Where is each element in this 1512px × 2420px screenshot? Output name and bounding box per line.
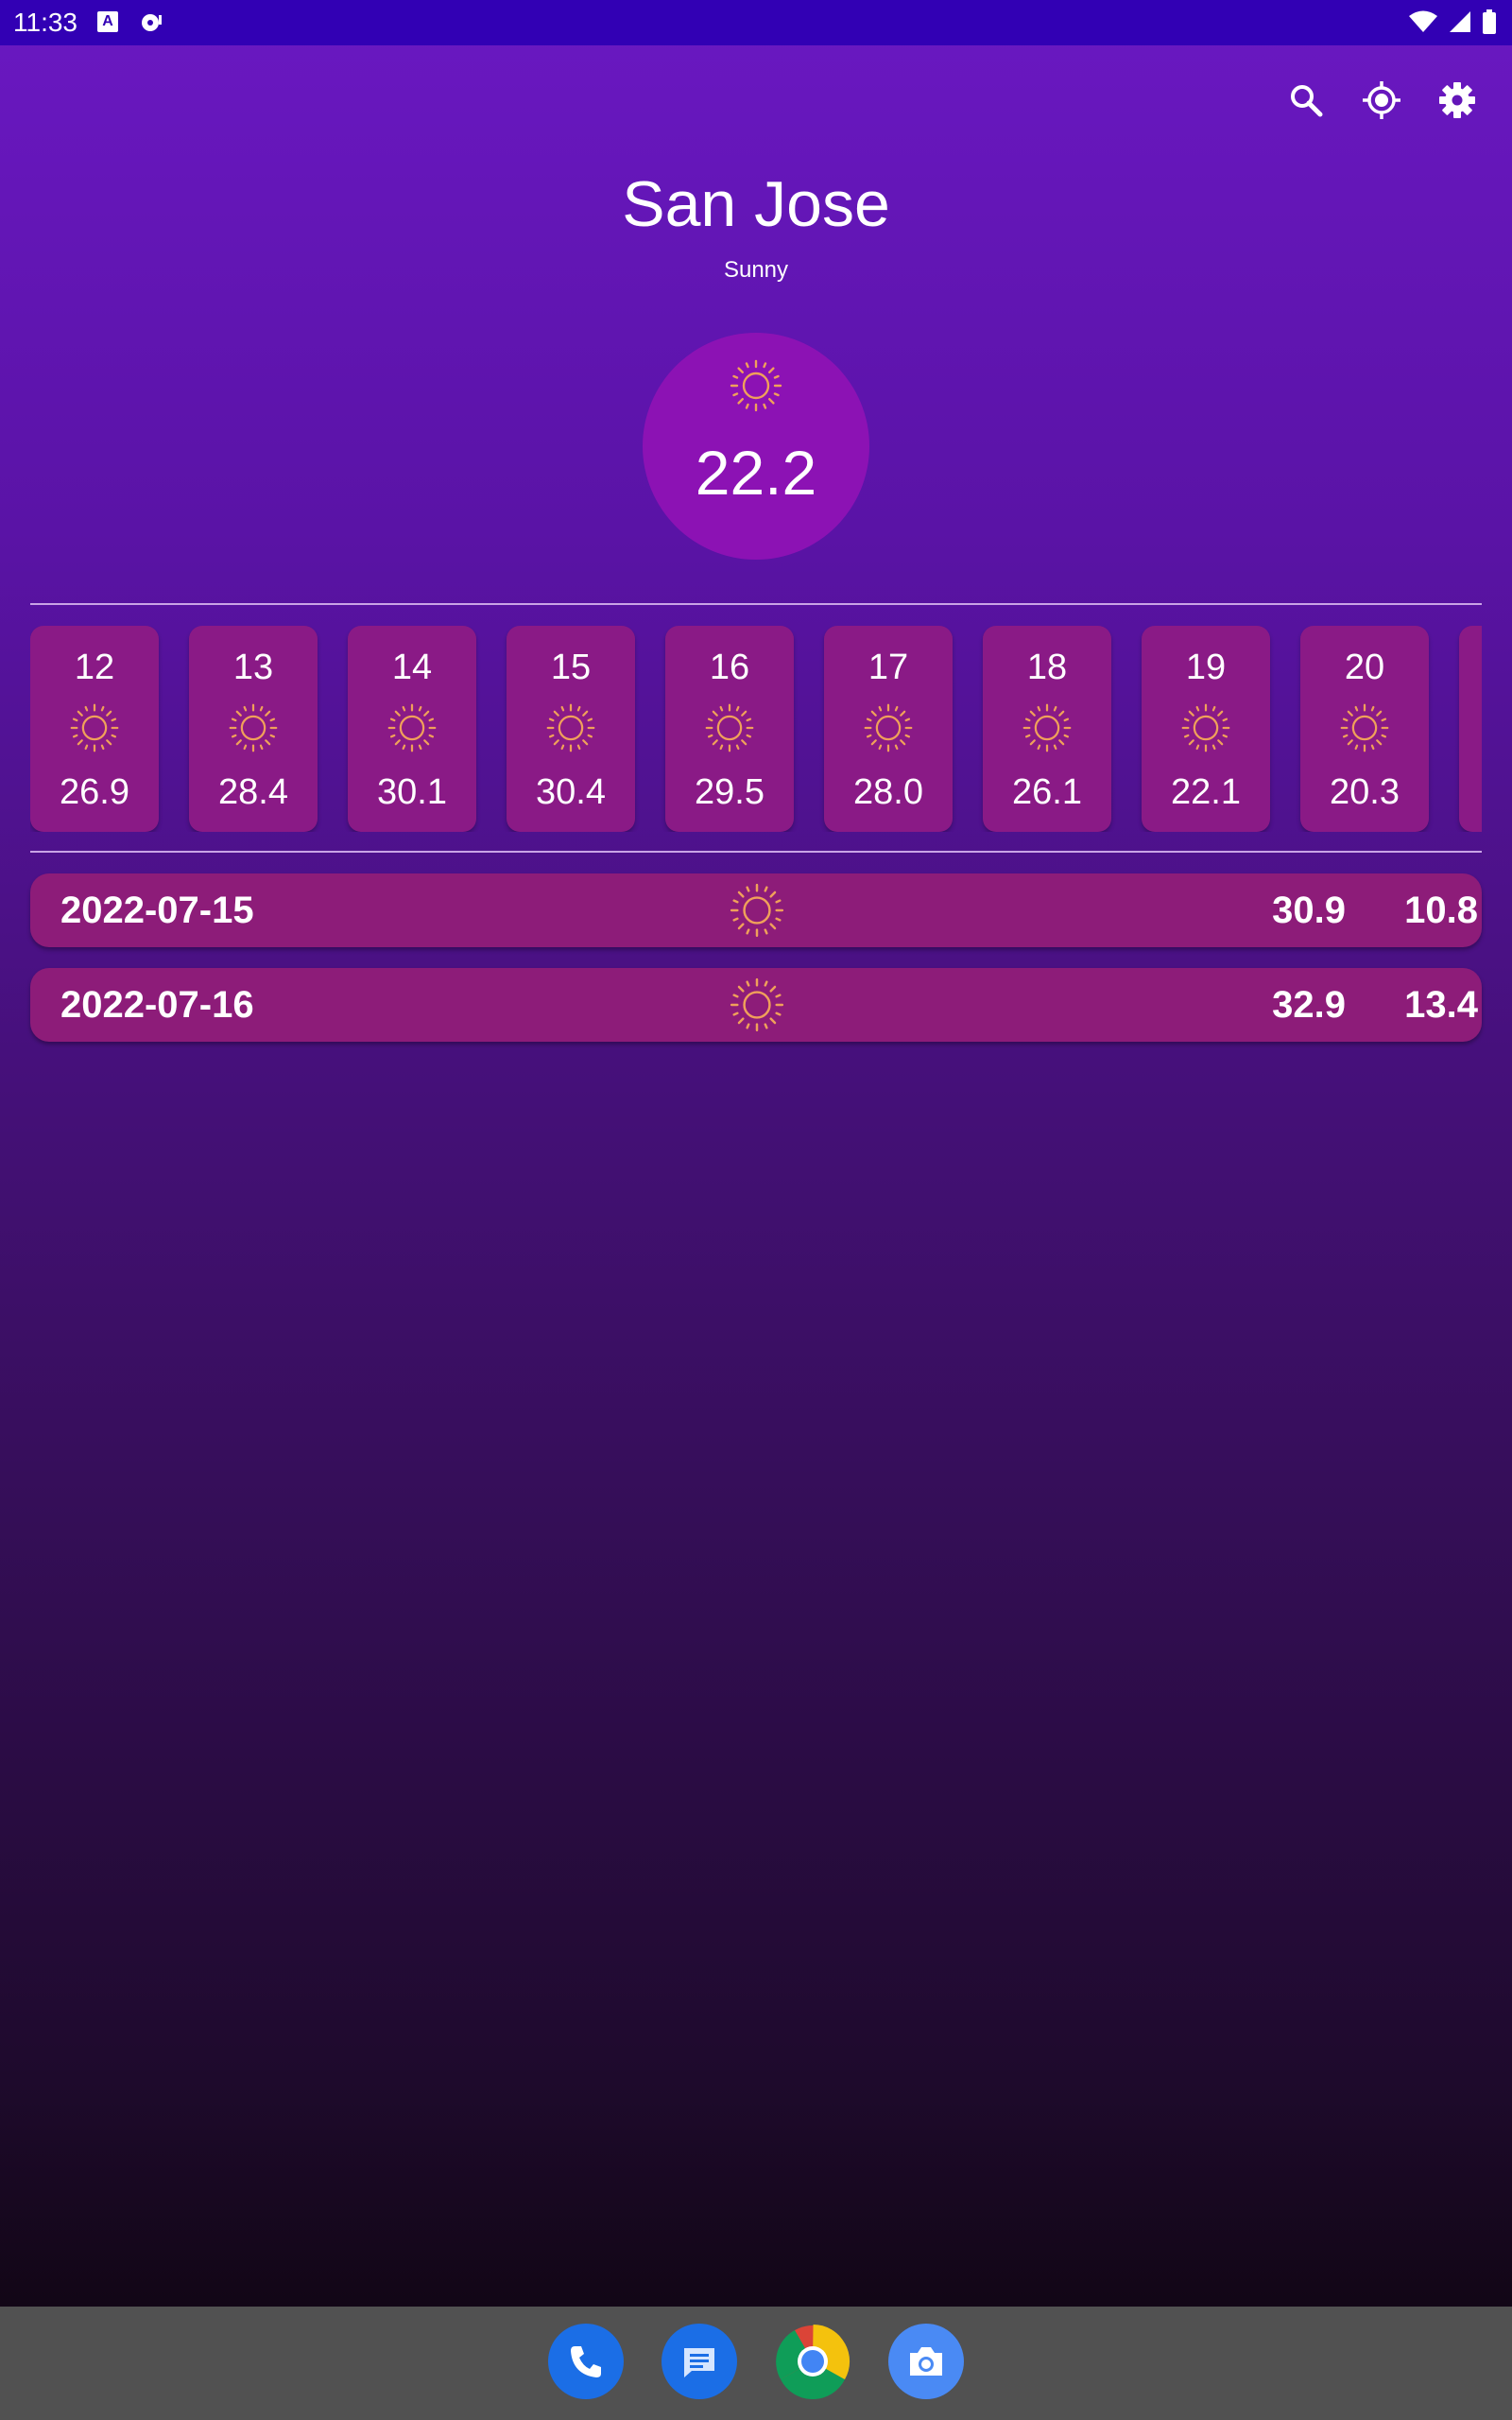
divider-top xyxy=(30,603,1482,605)
daily-forecast-row[interactable]: 2022-07-15 30.9 10.8 xyxy=(30,873,1482,947)
search-icon xyxy=(1291,85,1323,117)
sun-icon xyxy=(227,701,280,754)
hourly-forecast-card[interactable]: 20 20.3 xyxy=(1300,626,1429,832)
hour-temperature: 28.4 xyxy=(218,772,288,812)
forecast-date: 2022-07-16 xyxy=(60,984,254,1026)
hour-temperature: 26.1 xyxy=(1012,772,1082,812)
sun-icon xyxy=(728,357,784,414)
phone-app[interactable] xyxy=(548,2324,624,2399)
hour-label: 13 xyxy=(232,648,274,687)
current-weather-circle: 22.2 xyxy=(643,333,869,560)
sun-icon xyxy=(1179,701,1232,754)
hour-label: 15 xyxy=(550,648,592,687)
hour-temperature: 26.9 xyxy=(60,772,129,812)
hour-label: 18 xyxy=(1026,648,1068,687)
my-location-icon xyxy=(1363,81,1400,119)
hourly-forecast-card[interactable]: 18 26.1 xyxy=(983,626,1111,832)
hourly-forecast-card[interactable]: 16 29.5 xyxy=(665,626,794,832)
hour-temperature: 28.0 xyxy=(853,772,923,812)
hour-temperature: 29.5 xyxy=(695,772,765,812)
forecast-low: 13.4 xyxy=(1404,984,1478,1026)
sun-icon xyxy=(386,701,438,754)
hourly-forecast-card[interactable]: 15 30.4 xyxy=(507,626,635,832)
hour-label: 16 xyxy=(709,648,750,687)
messages-app[interactable] xyxy=(662,2324,737,2399)
weather-condition: Sunny xyxy=(723,257,789,283)
city-name: San Jose xyxy=(622,168,890,240)
current-temperature: 22.2 xyxy=(695,438,817,508)
hour-label: 14 xyxy=(391,648,433,687)
sync-icon xyxy=(142,14,162,31)
sun-icon xyxy=(68,701,121,754)
settings-button[interactable] xyxy=(1431,74,1484,127)
forecast-date: 2022-07-15 xyxy=(60,890,254,931)
hourly-forecast-card[interactable]: 19 22.1 xyxy=(1142,626,1270,832)
chrome-app-icon xyxy=(776,2325,850,2399)
text-a-icon: A xyxy=(97,11,118,32)
hourly-forecast-card[interactable]: 17 28.0 xyxy=(824,626,953,832)
camera-app-icon xyxy=(910,2347,942,2376)
sun-icon xyxy=(544,701,597,754)
sun-icon xyxy=(728,881,786,940)
camera-app[interactable] xyxy=(888,2324,964,2399)
hourly-forecast-card-partial[interactable] xyxy=(1459,626,1482,832)
sun-icon xyxy=(1021,701,1074,754)
forecast-low: 10.8 xyxy=(1404,890,1478,931)
battery-icon xyxy=(1483,9,1496,34)
search-button[interactable] xyxy=(1280,74,1332,127)
app-dock xyxy=(0,2324,1512,2399)
hourly-forecast[interactable]: 12 26.9 13 28.4 14 30.1 15 30.4 16 29.5 17 28.0 18 26… xyxy=(30,626,1482,832)
daily-forecast-row[interactable]: 2022-07-16 32.9 13.4 xyxy=(30,968,1482,1042)
forecast-high: 30.9 xyxy=(1272,890,1346,931)
toolbar xyxy=(1280,74,1484,127)
status-bar: 11:33 A xyxy=(0,0,1512,45)
hour-temperature: 30.1 xyxy=(377,772,447,812)
sun-icon xyxy=(1338,701,1391,754)
hour-temperature: 20.3 xyxy=(1330,772,1400,812)
hour-temperature: 22.1 xyxy=(1171,772,1241,812)
hour-label: 17 xyxy=(868,648,909,687)
wifi-icon xyxy=(1409,10,1437,32)
hourly-forecast-card[interactable]: 12 26.9 xyxy=(30,626,159,832)
divider-bottom xyxy=(30,851,1482,853)
my-location-button[interactable] xyxy=(1355,74,1408,127)
hourly-forecast-card[interactable]: 14 30.1 xyxy=(348,626,476,832)
hour-label: 19 xyxy=(1185,648,1227,687)
hour-temperature: 30.4 xyxy=(536,772,606,812)
sun-icon xyxy=(728,976,786,1034)
sun-icon xyxy=(862,701,915,754)
phone-app-icon xyxy=(571,2346,601,2377)
status-time: 11:33 xyxy=(13,8,77,37)
sun-icon xyxy=(703,701,756,754)
hourly-forecast-card[interactable]: 13 28.4 xyxy=(189,626,318,832)
settings-icon xyxy=(1439,82,1475,118)
forecast-high: 32.9 xyxy=(1272,984,1346,1026)
signal-icon xyxy=(1450,11,1470,32)
hour-label: 12 xyxy=(74,648,115,687)
hour-label: 20 xyxy=(1344,648,1385,687)
chrome-app[interactable] xyxy=(775,2324,850,2399)
messages-app-icon xyxy=(684,2348,714,2377)
